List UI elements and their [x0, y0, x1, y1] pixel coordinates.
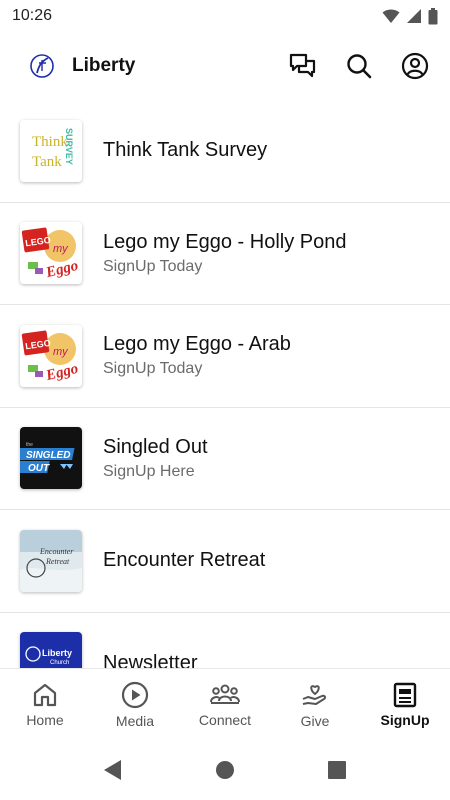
bottom-nav: Home Media Connect Give SignUp — [0, 668, 450, 740]
singled-out-thumbnail: the SINGLED OUT — [20, 427, 82, 490]
list-item-text: Newsletter — [103, 652, 197, 668]
encounter-retreat-thumbnail: Encounter Retreat — [20, 529, 82, 592]
system-nav-bar — [0, 740, 450, 800]
hand-heart-icon — [302, 684, 327, 705]
signup-form-icon — [393, 682, 417, 707]
nav-label: Home — [26, 711, 64, 728]
list-item-text: Lego my Eggo - Arab SignUp Today — [103, 333, 291, 378]
search-icon — [347, 54, 372, 79]
nav-signup[interactable]: SignUp — [360, 669, 450, 740]
list-item-think-tank-survey[interactable]: Think Tank SURVEY Think Tank Survey — [0, 100, 450, 203]
home-circle-icon[interactable] — [215, 760, 235, 780]
think-tank-line2: Tank — [32, 154, 62, 170]
think-tank-thumbnail: Think Tank SURVEY — [20, 119, 82, 182]
nav-give[interactable]: Give — [270, 669, 360, 740]
chat-bubbles-icon — [289, 53, 316, 78]
wifi-icon — [382, 9, 400, 23]
list-item-text: Lego my Eggo - Holly Pond SignUp Today — [103, 231, 346, 276]
list-item-title: Encounter Retreat — [103, 549, 266, 572]
list-item-subtitle: SignUp Today — [103, 257, 203, 275]
newsletter-thumbnail: Liberty Church — [20, 632, 82, 668]
home-icon — [33, 683, 57, 706]
status-bar: 10:26 — [0, 0, 450, 32]
encounter-line1: Encounter — [39, 547, 74, 556]
list-item-lego-holly-pond[interactable]: LEGO my Eggo Lego my Eggo - Holly Pond S… — [0, 203, 450, 305]
status-icons — [382, 7, 438, 25]
list-item-title: Newsletter — [103, 651, 198, 668]
singled-line2: OUT — [28, 463, 50, 474]
account-circle-icon — [401, 52, 429, 80]
list-item-title: Lego my Eggo - Arab — [103, 333, 291, 356]
app-bar: Liberty — [0, 32, 450, 100]
list-item-newsletter[interactable]: Liberty Church Newsletter — [0, 613, 450, 668]
app-title: Liberty — [72, 55, 136, 76]
nav-label: Give — [300, 712, 330, 729]
list-item-singled-out[interactable]: the SINGLED OUT Singled Out SignUp Here — [0, 408, 450, 510]
list-item-text: Think Tank Survey — [103, 139, 267, 162]
newsletter-brand: Liberty — [42, 648, 72, 658]
battery-icon — [428, 7, 438, 24]
signal-icon — [407, 9, 421, 23]
list-item-text: Singled Out SignUp Here — [103, 436, 208, 481]
think-tank-line1: Think — [32, 134, 68, 150]
singled-small-text: the — [26, 442, 33, 448]
lego-word1: my — [53, 243, 69, 255]
list-item-encounter-retreat[interactable]: Encounter Retreat Encounter Retreat — [0, 510, 450, 613]
liberty-logo-icon — [24, 48, 60, 84]
think-tank-side: SURVEY — [64, 128, 74, 165]
list-item-title: Think Tank Survey — [103, 139, 268, 162]
back-icon[interactable] — [103, 759, 123, 781]
newsletter-sub: Church — [50, 660, 69, 666]
profile-button[interactable] — [396, 47, 434, 85]
singled-line1: SINGLED — [26, 450, 70, 461]
list-item-subtitle: SignUp Here — [103, 462, 195, 480]
app-actions — [284, 47, 434, 85]
encounter-line2: Retreat — [45, 557, 70, 566]
search-button[interactable] — [340, 47, 378, 85]
messages-button[interactable] — [284, 47, 322, 85]
lego-word1: my — [53, 346, 69, 358]
nav-media[interactable]: Media — [90, 669, 180, 740]
nav-label: Media — [115, 712, 155, 729]
recents-icon[interactable] — [327, 760, 347, 780]
nav-home[interactable]: Home — [0, 669, 90, 740]
lego-eggo-thumbnail: LEGO my Eggo — [20, 324, 82, 387]
signup-list: Think Tank SURVEY Think Tank Survey LEGO… — [0, 100, 450, 668]
list-item-title: Singled Out — [103, 435, 208, 458]
list-item-title: Lego my Eggo - Holly Pond — [103, 230, 347, 253]
list-item-subtitle: SignUp Today — [103, 360, 203, 378]
list-item-lego-arab[interactable]: LEGO my Eggo Lego my Eggo - Arab SignUp … — [0, 305, 450, 408]
nav-connect[interactable]: Connect — [180, 669, 270, 740]
list-item-text: Encounter Retreat — [103, 549, 265, 572]
nav-label: SignUp — [380, 711, 430, 728]
play-circle-icon — [121, 681, 149, 708]
status-time: 10:26 — [12, 7, 53, 24]
nav-label: Connect — [198, 711, 252, 728]
group-icon — [210, 684, 240, 704]
lego-eggo-thumbnail: LEGO my Eggo — [20, 222, 82, 285]
